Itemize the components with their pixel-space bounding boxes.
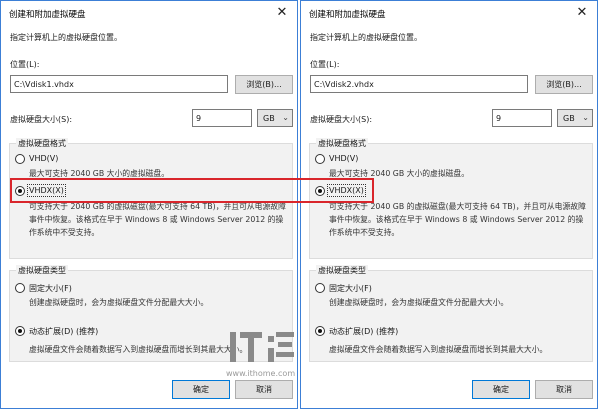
dynamic-description: 虚拟硬盘文件会随着数据写入到虚拟硬盘而增长到其最大大小。 [329, 345, 548, 354]
type-group-title: 虚拟硬盘类型 [16, 265, 68, 276]
chevron-down-icon: ⌄ [582, 113, 589, 122]
vhdx-radio[interactable] [315, 186, 325, 196]
instruction-text: 指定计算机上的虚拟硬盘位置。 [310, 33, 422, 42]
title-bar: 创建和附加虚拟硬盘 ✕ [301, 1, 597, 25]
title-bar: 创建和附加虚拟硬盘 ✕ [1, 1, 297, 25]
fixed-label[interactable]: 固定大小(F) [29, 283, 72, 294]
browse-button[interactable]: 浏览(B)... [535, 75, 593, 94]
format-group-title: 虚拟硬盘格式 [316, 138, 368, 149]
vhdx-label[interactable]: VHDX(X) [27, 184, 66, 197]
vhd-description: 最大可支持 2040 GB 大小的虚拟磁盘。 [29, 169, 170, 178]
vhdx-radio[interactable] [15, 186, 25, 196]
dialog-right: 创建和附加虚拟硬盘 ✕ 指定计算机上的虚拟硬盘位置。 位置(L): C:\Vdi… [300, 0, 598, 409]
instruction-text: 指定计算机上的虚拟硬盘位置。 [10, 33, 122, 42]
dynamic-label[interactable]: 动态扩展(D) (推荐) [29, 326, 98, 337]
ok-button[interactable]: 确定 [472, 380, 530, 399]
dynamic-radio[interactable] [15, 326, 25, 336]
size-unit-select[interactable]: GB ⌄ [257, 109, 293, 127]
size-unit-select[interactable]: GB ⌄ [557, 109, 593, 127]
size-label: 虚拟硬盘大小(S): [10, 115, 73, 124]
size-unit-value: GB [263, 114, 275, 123]
vhd-radio[interactable] [315, 154, 325, 164]
location-label: 位置(L): [310, 60, 340, 69]
vhdx-description: 可支持大于 2040 GB 的虚拟磁盘(最大可支持 64 TB)，并且可从电源故… [29, 202, 286, 237]
close-icon[interactable]: ✕ [571, 3, 593, 23]
fixed-radio[interactable] [15, 283, 25, 293]
highlight-connector [10, 178, 12, 186]
size-label: 虚拟硬盘大小(S): [310, 115, 373, 124]
cancel-button[interactable]: 取消 [235, 380, 293, 399]
watermark-logo [228, 328, 298, 370]
size-input[interactable]: 9 [192, 109, 252, 127]
format-group: 虚拟硬盘格式 VHD(V) 最大可支持 2040 GB 大小的虚拟磁盘。 VHD… [309, 138, 593, 259]
fixed-description: 创建虚拟硬盘时，会为虚拟硬盘文件分配最大大小。 [29, 298, 209, 307]
location-input[interactable]: C:\Vdisk2.vhdx [310, 75, 528, 93]
dynamic-radio[interactable] [315, 326, 325, 336]
dynamic-label[interactable]: 动态扩展(D) (推荐) [329, 326, 398, 337]
type-group: 虚拟硬盘类型 固定大小(F) 创建虚拟硬盘时，会为虚拟硬盘文件分配最大大小。 动… [309, 265, 593, 362]
close-icon[interactable]: ✕ [271, 3, 293, 23]
fixed-radio[interactable] [315, 283, 325, 293]
type-group-title: 虚拟硬盘类型 [316, 265, 368, 276]
dialog-title: 创建和附加虚拟硬盘 [309, 10, 386, 20]
browse-button[interactable]: 浏览(B)... [235, 75, 293, 94]
format-group-title: 虚拟硬盘格式 [16, 138, 68, 149]
fixed-label[interactable]: 固定大小(F) [329, 283, 372, 294]
ithome-logo-icon [230, 332, 294, 362]
location-input[interactable]: C:\Vdisk1.vhdx [10, 75, 228, 93]
ok-button[interactable]: 确定 [172, 380, 230, 399]
vhdx-label[interactable]: VHDX(X) [327, 184, 366, 197]
size-input[interactable]: 9 [492, 109, 552, 127]
vhd-radio[interactable] [15, 154, 25, 164]
location-label: 位置(L): [10, 60, 40, 69]
format-group: 虚拟硬盘格式 VHD(V) 最大可支持 2040 GB 大小的虚拟磁盘。 VHD… [9, 138, 293, 259]
vhd-label[interactable]: VHD(V) [29, 154, 58, 163]
watermark-url: www.ithome.com [226, 369, 296, 378]
chevron-down-icon: ⌄ [282, 113, 289, 122]
cancel-button[interactable]: 取消 [535, 380, 593, 399]
dialog-title: 创建和附加虚拟硬盘 [9, 10, 86, 20]
fixed-description: 创建虚拟硬盘时，会为虚拟硬盘文件分配最大大小。 [329, 298, 509, 307]
vhdx-description: 可支持大于 2040 GB 的虚拟磁盘(最大可支持 64 TB)，并且可从电源故… [329, 202, 586, 237]
vhd-label[interactable]: VHD(V) [329, 154, 358, 163]
dynamic-description: 虚拟硬盘文件会随着数据写入到虚拟硬盘而增长到其最大大小。 [29, 345, 248, 354]
size-unit-value: GB [563, 114, 575, 123]
vhd-description: 最大可支持 2040 GB 大小的虚拟磁盘。 [329, 169, 470, 178]
